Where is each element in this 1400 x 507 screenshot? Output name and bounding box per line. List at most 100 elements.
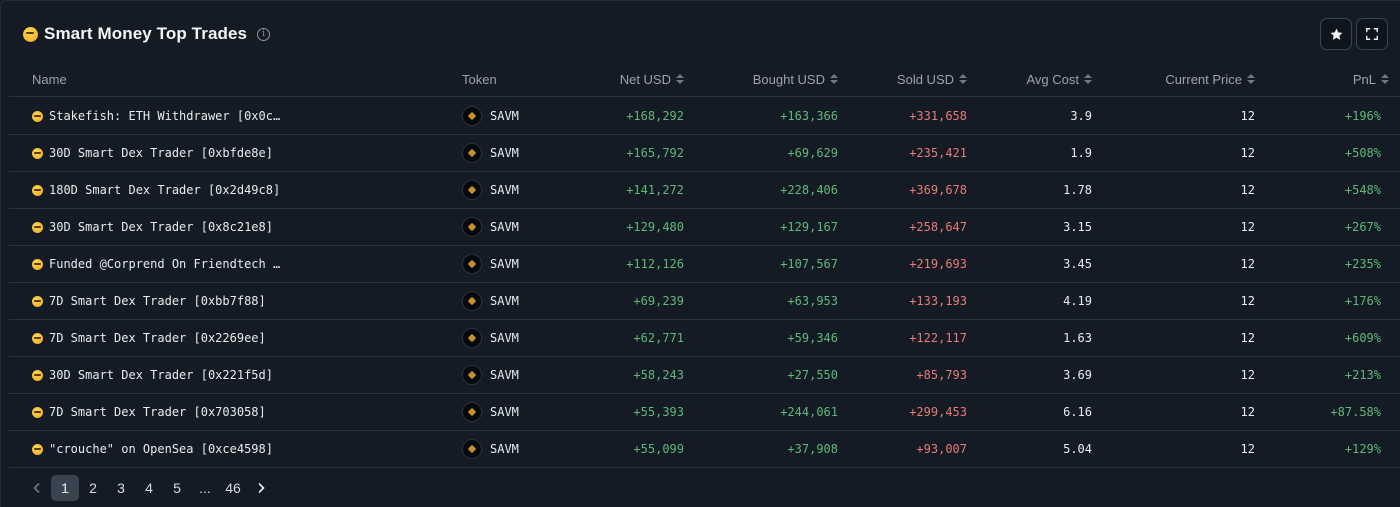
trader-name-cell[interactable]: 7D Smart Dex Trader [0xbb7f88] [32, 283, 266, 319]
pnl-cell: +213% [1344, 368, 1381, 382]
trader-name-cell[interactable]: Stakefish: ETH Withdrawer [0x0c… [32, 98, 280, 134]
token-logo-icon [462, 439, 482, 459]
pnl-cell: +129% [1344, 442, 1381, 456]
token-cell[interactable]: SAVM [462, 98, 519, 134]
token-symbol[interactable]: SAVM [490, 405, 519, 419]
pagination: 1 2 3 4 5 ... 46 [23, 475, 275, 501]
trader-name-cell[interactable]: Funded @Corprend On Friendtech … [32, 246, 280, 282]
sort-icon [1084, 74, 1092, 84]
avg-cost-cell: 4.19 [1063, 294, 1092, 308]
trader-name-cell[interactable]: 180D Smart Dex Trader [0x2d49c8] [32, 172, 280, 208]
nerd-face-icon [32, 332, 43, 344]
current-price-cell: 12 [1240, 294, 1255, 308]
column-header-pnl[interactable]: PnL [1353, 61, 1389, 97]
column-header-current-price[interactable]: Current Price [1165, 61, 1255, 97]
page-button-5[interactable]: 5 [163, 475, 191, 501]
trader-name-cell[interactable]: 30D Smart Dex Trader [0xbfde8e] [32, 135, 273, 171]
token-logo-icon [462, 365, 482, 385]
info-icon[interactable]: i [257, 27, 271, 41]
token-symbol[interactable]: SAVM [490, 442, 519, 456]
column-header-sold-usd[interactable]: Sold USD [897, 61, 967, 97]
table-row[interactable]: "crouche" on OpenSea [0xce4598] SAVM +55,0… [9, 431, 1400, 468]
table-row[interactable]: 7D Smart Dex Trader [0x703058] SAVM +55,39… [9, 394, 1400, 431]
table-row[interactable]: 30D Smart Dex Trader [0x8c21e8] SAVM +129,… [9, 209, 1400, 246]
trader-name[interactable]: 7D Smart Dex Trader [0x703058] [49, 405, 266, 419]
column-header-avg-cost[interactable]: Avg Cost [1026, 61, 1092, 97]
token-symbol[interactable]: SAVM [490, 331, 519, 345]
current-price-cell: 12 [1240, 220, 1255, 234]
trader-name-cell[interactable]: 7D Smart Dex Trader [0x2269ee] [32, 320, 266, 356]
net-usd-cell: +168,292 [626, 109, 684, 123]
trader-name[interactable]: 180D Smart Dex Trader [0x2d49c8] [49, 183, 280, 197]
table-row[interactable]: 180D Smart Dex Trader [0x2d49c8] SAVM +141… [9, 172, 1400, 209]
token-cell[interactable]: SAVM [462, 209, 519, 245]
pnl-cell: +267% [1344, 220, 1381, 234]
token-symbol[interactable]: SAVM [490, 257, 519, 271]
column-label: Sold USD [896, 71, 954, 87]
page-button-4[interactable]: 4 [135, 475, 163, 501]
token-cell[interactable]: SAVM [462, 135, 519, 171]
pnl-cell: +87.58% [1330, 405, 1381, 419]
trader-name[interactable]: 30D Smart Dex Trader [0x221f5d] [49, 368, 273, 382]
column-label: Bought USD [752, 71, 825, 87]
token-cell[interactable]: SAVM [462, 320, 519, 356]
trader-name-cell[interactable]: 7D Smart Dex Trader [0x703058] [32, 394, 266, 430]
table-row[interactable]: Stakefish: ETH Withdrawer [0x0c… SAVM +168… [9, 98, 1400, 135]
trader-name[interactable]: "crouche" on OpenSea [0xce4598] [49, 442, 273, 456]
net-usd-cell: +112,126 [626, 257, 684, 271]
avg-cost-cell: 1.63 [1063, 331, 1092, 345]
bought-usd-cell: +228,406 [780, 183, 838, 197]
trader-name[interactable]: 30D Smart Dex Trader [0xbfde8e] [49, 146, 273, 160]
token-symbol[interactable]: SAVM [490, 146, 519, 160]
column-header-token: Token [462, 61, 497, 97]
token-cell[interactable]: SAVM [462, 246, 519, 282]
table-row[interactable]: 7D Smart Dex Trader [0x2269ee] SAVM +62,77… [9, 320, 1400, 357]
token-cell[interactable]: SAVM [462, 357, 519, 393]
column-label: Avg Cost [1026, 71, 1079, 87]
token-cell[interactable]: SAVM [462, 431, 519, 467]
trader-name[interactable]: 30D Smart Dex Trader [0x8c21e8] [49, 220, 273, 234]
token-logo-icon [462, 254, 482, 274]
page-button-3[interactable]: 3 [107, 475, 135, 501]
page-ellipsis[interactable]: ... [191, 475, 219, 501]
trader-name-cell[interactable]: 30D Smart Dex Trader [0x221f5d] [32, 357, 273, 393]
pnl-cell: +235% [1344, 257, 1381, 271]
token-symbol[interactable]: SAVM [490, 294, 519, 308]
trader-name[interactable]: 7D Smart Dex Trader [0x2269ee] [49, 331, 266, 345]
token-symbol[interactable]: SAVM [490, 109, 519, 123]
trader-name[interactable]: Funded @Corprend On Friendtech … [49, 257, 280, 271]
table-row[interactable]: Funded @Corprend On Friendtech … SAVM +112… [9, 246, 1400, 283]
column-header-bought-usd[interactable]: Bought USD [753, 61, 838, 97]
current-price-cell: 12 [1240, 146, 1255, 160]
sold-usd-cell: +85,793 [916, 368, 967, 382]
page-button-last[interactable]: 46 [219, 475, 247, 501]
net-usd-cell: +69,239 [633, 294, 684, 308]
token-cell[interactable]: SAVM [462, 394, 519, 430]
token-cell[interactable]: SAVM [462, 283, 519, 319]
token-symbol[interactable]: SAVM [490, 183, 519, 197]
trader-name-cell[interactable]: 30D Smart Dex Trader [0x8c21e8] [32, 209, 273, 245]
token-symbol[interactable]: SAVM [490, 368, 519, 382]
trader-name[interactable]: 7D Smart Dex Trader [0xbb7f88] [49, 294, 266, 308]
trader-name[interactable]: Stakefish: ETH Withdrawer [0x0c… [49, 109, 280, 123]
token-logo-icon [462, 106, 482, 126]
page-button-2[interactable]: 2 [79, 475, 107, 501]
prev-page-button[interactable] [23, 475, 51, 501]
token-cell[interactable]: SAVM [462, 172, 519, 208]
column-header-net-usd[interactable]: Net USD [620, 61, 684, 97]
favorite-button[interactable] [1320, 18, 1352, 50]
net-usd-cell: +55,393 [633, 405, 684, 419]
fullscreen-button[interactable] [1356, 18, 1388, 50]
table-row[interactable]: 30D Smart Dex Trader [0x221f5d] SAVM +58,2… [9, 357, 1400, 394]
nerd-face-icon [32, 295, 43, 307]
page-button-1[interactable]: 1 [51, 475, 79, 501]
bought-usd-cell: +27,550 [787, 368, 838, 382]
table-row[interactable]: 7D Smart Dex Trader [0xbb7f88] SAVM +69,23… [9, 283, 1400, 320]
trader-name-cell[interactable]: "crouche" on OpenSea [0xce4598] [32, 431, 273, 467]
next-page-button[interactable] [247, 475, 275, 501]
table-row[interactable]: 30D Smart Dex Trader [0xbfde8e] SAVM +165,… [9, 135, 1400, 172]
token-symbol[interactable]: SAVM [490, 220, 519, 234]
table-header: Name Token Net USD Bought USD Sold USD A… [9, 61, 1400, 97]
bought-usd-cell: +69,629 [787, 146, 838, 160]
token-logo-icon [462, 291, 482, 311]
